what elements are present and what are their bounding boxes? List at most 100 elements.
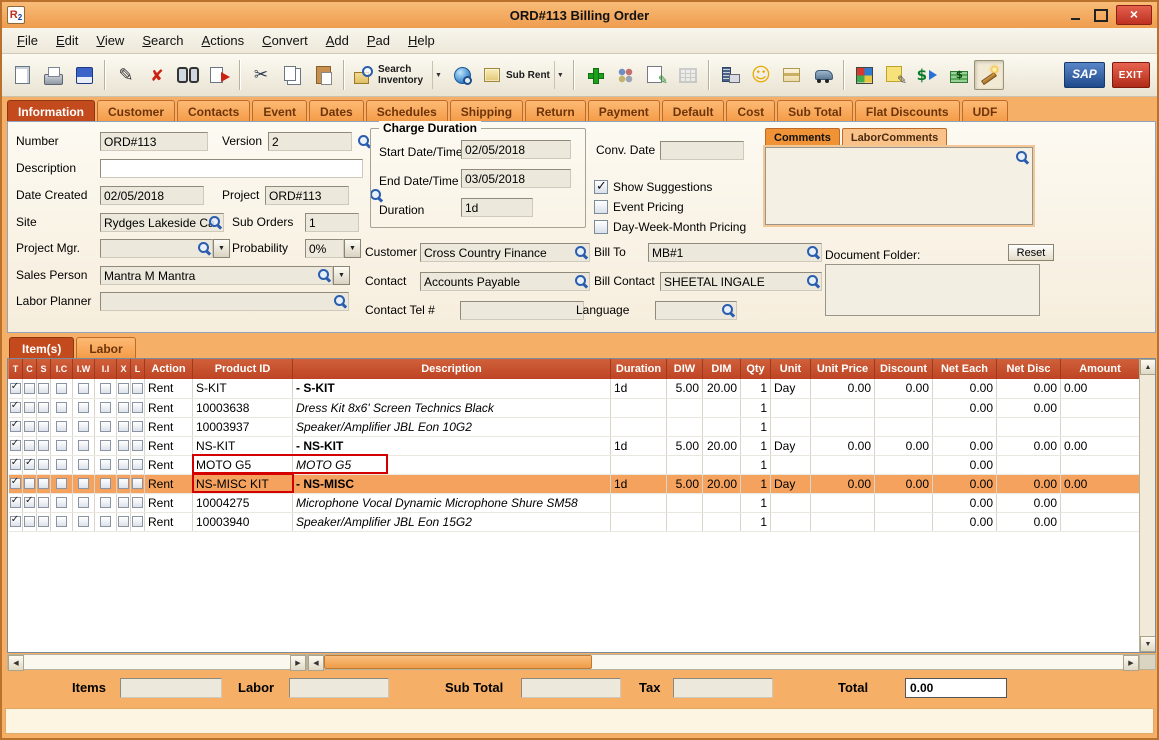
row-6-checkbox-t[interactable] <box>10 478 21 489</box>
binoculars-button[interactable] <box>173 60 203 90</box>
item-row-3[interactable]: Rent10003937Speaker/Amplifier JBL Eon 10… <box>9 417 1140 436</box>
sub-orders-field[interactable]: 1 <box>305 213 359 232</box>
sap-button[interactable]: SAP <box>1064 62 1105 88</box>
site-print-button[interactable] <box>715 60 745 90</box>
row-5-checkbox-i-i[interactable] <box>100 459 111 470</box>
row-2-checkbox-i-w[interactable] <box>78 402 89 413</box>
tab-comments[interactable]: Comments <box>765 128 840 147</box>
delete-button[interactable] <box>142 60 172 90</box>
project-mgr-lookup-icon[interactable] <box>198 242 211 255</box>
start-date-field[interactable]: 02/05/2018 <box>461 140 571 159</box>
row-5-checkbox-x[interactable] <box>118 459 129 470</box>
row-3-checkbox-l[interactable] <box>132 421 143 432</box>
language-lookup-icon[interactable] <box>722 304 735 317</box>
contact-tel-field[interactable] <box>460 301 584 320</box>
tab-information[interactable]: Information <box>7 100 95 121</box>
row-7-checkbox-t[interactable] <box>10 497 21 508</box>
row-1-checkbox-l[interactable] <box>132 383 143 394</box>
row-2-checkbox-c[interactable] <box>24 402 35 413</box>
row-8-checkbox-s[interactable] <box>38 516 49 527</box>
menu-view[interactable]: View <box>87 30 133 51</box>
row-3-checkbox-i-c[interactable] <box>56 421 67 432</box>
row-1-checkbox-i-c[interactable] <box>56 383 67 394</box>
frozen-scroll-right-button[interactable]: ▶ <box>290 655 306 671</box>
close-button[interactable] <box>1116 5 1152 25</box>
row-3-checkbox-t[interactable] <box>10 421 21 432</box>
item-row-2[interactable]: Rent10003638Dress Kit 8x6' Screen Techni… <box>9 398 1140 417</box>
edit-note-button[interactable] <box>642 60 672 90</box>
sales-person-lookup-icon[interactable] <box>318 269 331 282</box>
row-1-checkbox-t[interactable] <box>10 383 21 394</box>
horizontal-scroll-thumb[interactable] <box>324 655 592 669</box>
comments-zoom-icon[interactable] <box>1016 151 1029 164</box>
menu-actions[interactable]: Actions <box>193 30 254 51</box>
row-6-checkbox-x[interactable] <box>118 478 129 489</box>
tab-default[interactable]: Default <box>662 100 725 121</box>
tab-schedules[interactable]: Schedules <box>366 100 448 121</box>
row-4-checkbox-i-c[interactable] <box>56 440 67 451</box>
menu-pad[interactable]: Pad <box>358 30 399 51</box>
yellow-note-button[interactable] <box>881 60 911 90</box>
column-header-i-c[interactable]: I.C <box>51 359 73 379</box>
sales-person-field[interactable]: Mantra M Mantra <box>100 266 333 285</box>
cube-stack-button[interactable] <box>850 60 880 90</box>
row-5-checkbox-c[interactable] <box>24 459 35 470</box>
tab-udf[interactable]: UDF <box>962 100 1009 121</box>
column-header-net-each[interactable]: Net Each <box>933 359 997 379</box>
row-4-checkbox-i-w[interactable] <box>78 440 89 451</box>
column-header-product-id[interactable]: Product ID <box>193 359 293 379</box>
row-2-checkbox-s[interactable] <box>38 402 49 413</box>
column-header-diw[interactable]: DIW <box>667 359 703 379</box>
tab-payment[interactable]: Payment <box>588 100 660 121</box>
row-3-checkbox-c[interactable] <box>24 421 35 432</box>
vertical-scroll-track[interactable] <box>1140 375 1155 636</box>
duration-field[interactable]: 1d <box>461 198 533 217</box>
tab-event[interactable]: Event <box>252 100 307 121</box>
row-2-checkbox-t[interactable] <box>10 402 21 413</box>
bill-contact-field[interactable]: SHEETAL INGALE <box>660 272 822 291</box>
item-row-6[interactable]: RentNS-MISC KIT- NS-MISC1d5.0020.001Day0… <box>9 474 1140 493</box>
show-suggestions-checkbox[interactable] <box>594 180 608 194</box>
column-header-qty[interactable]: Qty <box>741 359 771 379</box>
probability-field[interactable]: 0% <box>305 239 344 258</box>
site-lookup-icon[interactable] <box>209 216 222 229</box>
export-button[interactable] <box>204 60 234 90</box>
cut-button[interactable] <box>246 60 276 90</box>
add-item-button[interactable] <box>580 60 610 90</box>
column-header-unit[interactable]: Unit <box>771 359 811 379</box>
column-header-s[interactable]: S <box>37 359 51 379</box>
item-row-1[interactable]: RentS-KIT- S-KIT1d5.0020.001Day0.000.000… <box>9 379 1140 398</box>
column-header-description[interactable]: Description <box>293 359 611 379</box>
minimize-button[interactable] <box>1064 6 1086 24</box>
frozen-scroll-left-button[interactable]: ◀ <box>8 655 24 671</box>
money-button[interactable] <box>943 60 973 90</box>
row-8-checkbox-t[interactable] <box>10 516 21 527</box>
paste-button[interactable] <box>308 60 338 90</box>
row-3-checkbox-x[interactable] <box>118 421 129 432</box>
new-document-button[interactable] <box>7 60 37 90</box>
document-folder-area[interactable] <box>825 264 1040 316</box>
row-7-checkbox-l[interactable] <box>132 497 143 508</box>
column-header-l[interactable]: L <box>131 359 145 379</box>
exit-button[interactable]: EXIT <box>1112 62 1150 88</box>
row-1-checkbox-i-w[interactable] <box>78 383 89 394</box>
grid-button[interactable] <box>673 60 703 90</box>
row-3-checkbox-s[interactable] <box>38 421 49 432</box>
package-button[interactable] <box>777 60 807 90</box>
sub-rent-dropdown[interactable] <box>554 61 566 89</box>
column-header-x[interactable]: X <box>117 359 131 379</box>
number-field[interactable]: ORD#113 <box>100 132 208 151</box>
row-6-checkbox-l[interactable] <box>132 478 143 489</box>
maximize-button[interactable] <box>1090 6 1112 24</box>
item-row-5[interactable]: RentMOTO G5MOTO G510.00 <box>9 455 1140 474</box>
dwm-pricing-checkbox[interactable] <box>594 220 608 234</box>
end-date-field[interactable]: 03/05/2018 <box>461 169 571 188</box>
row-7-checkbox-c[interactable] <box>24 497 35 508</box>
row-3-checkbox-i-w[interactable] <box>78 421 89 432</box>
sub-rent-button[interactable]: Sub Rent <box>478 60 553 90</box>
labor-planner-field[interactable] <box>100 292 349 311</box>
row-8-checkbox-c[interactable] <box>24 516 35 527</box>
row-2-checkbox-i-i[interactable] <box>100 402 111 413</box>
frozen-scroll-track[interactable] <box>24 655 290 669</box>
global-search-button[interactable] <box>447 60 477 90</box>
